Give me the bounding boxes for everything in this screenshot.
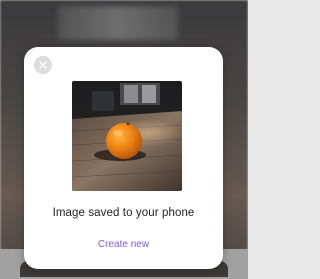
close-button[interactable]: [34, 56, 52, 74]
orange-photo: [72, 81, 182, 191]
saved-image-preview: [72, 81, 182, 191]
saved-caption: Image saved to your phone: [52, 207, 195, 219]
save-confirmation-dialog: Image saved to your phone Create new: [24, 47, 223, 269]
close-icon: [39, 61, 47, 69]
app-screen: Image saved to your phone Create new: [0, 0, 248, 279]
create-new-button[interactable]: Create new: [24, 239, 223, 250]
